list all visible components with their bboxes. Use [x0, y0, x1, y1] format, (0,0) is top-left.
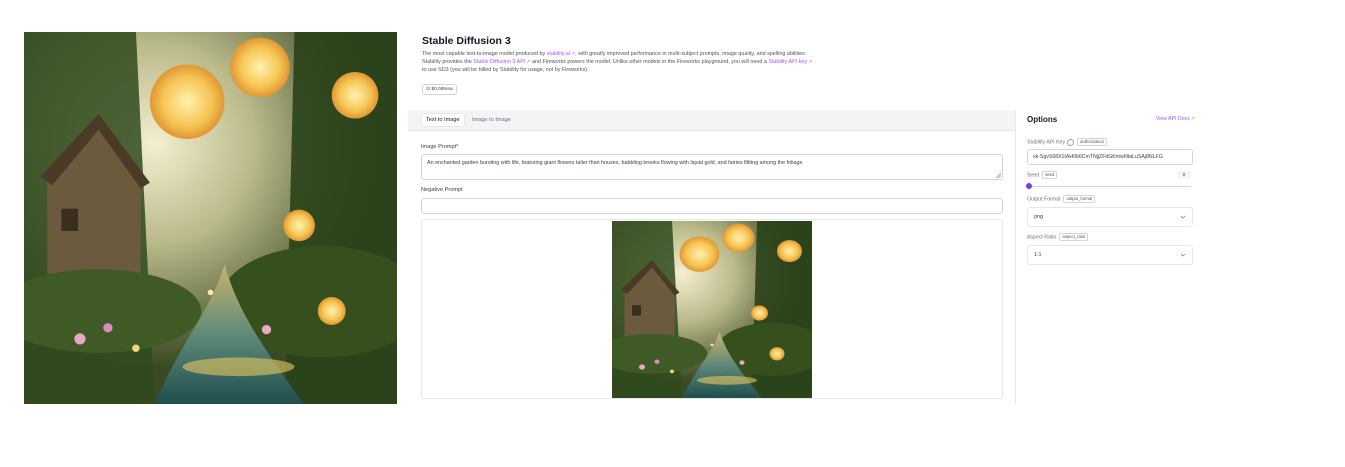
options-panel: Options View API Docs↗ Stability API Key… — [1017, 110, 1195, 404]
seed-tag: seed — [1042, 171, 1058, 179]
chevron-down-icon — [1180, 253, 1186, 257]
generated-image[interactable] — [612, 221, 812, 398]
external-link-icon: ↗ — [808, 58, 813, 65]
mode-tabs: Text to Image Image to Image — [408, 110, 1015, 131]
output-format-label-row: Output Format output_format — [1027, 195, 1096, 203]
aspect-ratio-label: Aspect Ratio — [1027, 234, 1057, 241]
description-text: The most capable text-to-image model pro… — [422, 51, 547, 57]
description-text: to use SD3 (you will be billed by Stabil… — [422, 66, 589, 73]
output-format-label: Output Format — [1027, 196, 1061, 203]
external-link-icon: ↗ — [1190, 116, 1195, 122]
negative-prompt-label: Negative Prompt — [421, 187, 463, 193]
view-api-docs-link[interactable]: View API Docs↗ — [1156, 116, 1195, 122]
resize-handle-icon[interactable] — [996, 173, 1001, 178]
description-text: , with greatly improved performance in m… — [575, 51, 807, 57]
description-text: Stability provides the — [422, 58, 474, 65]
stability-link[interactable]: stability.ai — [547, 51, 570, 57]
aspect-ratio-tag: aspect_ratio — [1059, 233, 1089, 241]
description-text: and Fireworks powers the model. Unlike o… — [530, 58, 769, 65]
seed-slider-handle[interactable] — [1026, 183, 1032, 189]
api-docs-label: View API Docs — [1155, 116, 1190, 122]
model-description: The most capable text-to-image model pro… — [422, 51, 892, 74]
page-title: Stable Diffusion 3 — [422, 35, 511, 47]
output-format-tag: output_format — [1063, 195, 1096, 203]
stability-api-key-link[interactable]: Stability API key — [768, 59, 807, 65]
aspect-ratio-select[interactable]: 1:1 — [1027, 245, 1193, 265]
generated-image-large — [24, 32, 397, 404]
api-key-label-row: Stability API Key authorization — [1027, 138, 1108, 146]
aspect-ratio-label-row: Aspect Ratio aspect_ratio — [1027, 233, 1089, 241]
output-area — [421, 219, 1003, 399]
price-badge: ⊙ $0.065/ea — [422, 84, 457, 95]
seed-label: Seed — [1027, 172, 1040, 179]
playground-panel: Text to Image Image to Image Image Promp… — [408, 110, 1016, 404]
seed-label-row: Seed seed — [1027, 171, 1058, 179]
image-prompt-input[interactable]: An enchanted garden bursting with life, … — [421, 154, 1003, 180]
image-prompt-text: An enchanted garden bursting with life, … — [427, 160, 803, 166]
api-key-value: sk-SgvS68X1tAH0b6CmTNjjZFdGKmwIIltaLuSAj… — [1033, 154, 1163, 160]
aspect-ratio-value: 1:1 — [1034, 252, 1042, 258]
info-icon[interactable] — [1067, 138, 1075, 146]
seed-slider-track[interactable] — [1027, 186, 1191, 187]
price-text: $0.065/ea — [431, 87, 453, 92]
tab-image-to-image[interactable]: Image to Image — [468, 114, 515, 126]
api-key-tag: authorization — [1077, 138, 1108, 146]
output-format-select[interactable]: png — [1027, 207, 1193, 227]
output-format-value: png — [1034, 214, 1043, 220]
seed-value[interactable]: 0 — [1177, 171, 1191, 179]
api-key-input[interactable]: sk-SgvS68X1tAH0b6CmTNjjZFdGKmwIIltaLuSAj… — [1027, 149, 1193, 165]
api-key-label: Stability API Key — [1027, 139, 1066, 146]
negative-prompt-input[interactable] — [421, 198, 1003, 214]
chevron-down-icon — [1180, 215, 1186, 219]
tab-text-to-image[interactable]: Text to Image — [422, 114, 464, 126]
image-prompt-label: Image Prompt* — [421, 144, 459, 150]
options-title: Options — [1027, 115, 1058, 124]
sd3-api-link[interactable]: Stable Diffusion 3 API — [473, 59, 525, 65]
